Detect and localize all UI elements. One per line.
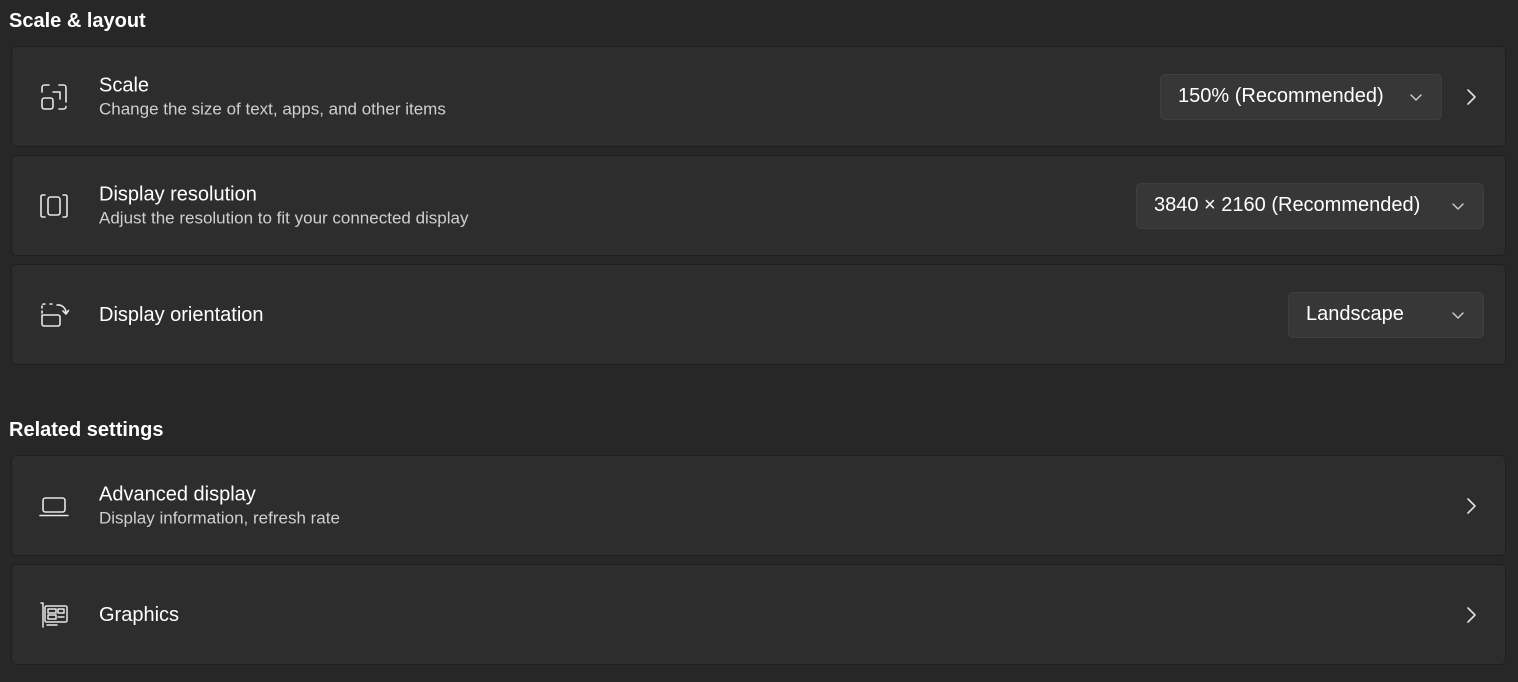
chevron-right-icon[interactable]: [1463, 606, 1479, 624]
graphics-title: Graphics: [99, 603, 180, 626]
graphics-card-icon: [38, 599, 70, 631]
display-resolution-row: Display resolution Adjust the resolution…: [11, 155, 1506, 256]
advanced-display-texts: Advanced display Display information, re…: [99, 482, 340, 529]
resolution-description: Adjust the resolution to fit your connec…: [99, 208, 469, 227]
chevron-down-icon: [1451, 199, 1465, 213]
graphics-texts: Graphics: [99, 603, 179, 627]
scale-icon: [38, 81, 70, 113]
orientation-dropdown[interactable]: Landscape: [1288, 291, 1484, 338]
orientation-texts: Display orientation: [99, 303, 264, 327]
laptop-icon: [38, 490, 70, 522]
scale-dropdown-value: 150% (Recommended): [1178, 85, 1384, 107]
graphics-row[interactable]: Graphics: [11, 564, 1506, 665]
advanced-display-row[interactable]: Advanced display Display information, re…: [11, 455, 1506, 556]
section-heading-scale-layout: Scale & layout: [9, 10, 146, 32]
scale-row[interactable]: Scale Change the size of text, apps, and…: [11, 46, 1506, 147]
chevron-right-icon[interactable]: [1463, 497, 1479, 515]
chevron-down-icon: [1409, 90, 1423, 104]
resolution-title: Display resolution: [99, 183, 257, 205]
orientation-dropdown-value: Landscape: [1306, 303, 1404, 325]
display-settings-page: Scale & layout Scale Change the size of …: [0, 0, 1518, 682]
advanced-display-title: Advanced display: [99, 483, 256, 505]
resolution-icon: [38, 190, 70, 222]
resolution-dropdown-value: 3840 × 2160 (Recommended): [1154, 194, 1421, 216]
section-heading-related-settings: Related settings: [9, 419, 164, 441]
resolution-texts: Display resolution Adjust the resolution…: [99, 182, 469, 229]
chevron-down-icon: [1451, 308, 1465, 322]
display-orientation-row: Display orientation Landscape: [11, 264, 1506, 365]
chevron-right-icon[interactable]: [1463, 88, 1479, 106]
orientation-icon: [38, 299, 70, 331]
scale-texts: Scale Change the size of text, apps, and…: [99, 73, 446, 120]
scale-title: Scale: [99, 74, 150, 96]
resolution-dropdown[interactable]: 3840 × 2160 (Recommended): [1136, 182, 1484, 229]
scale-description: Change the size of text, apps, and other…: [99, 99, 446, 118]
orientation-title: Display orientation: [99, 303, 264, 326]
advanced-display-description: Display information, refresh rate: [99, 508, 340, 527]
scale-dropdown[interactable]: 150% (Recommended): [1160, 73, 1442, 120]
